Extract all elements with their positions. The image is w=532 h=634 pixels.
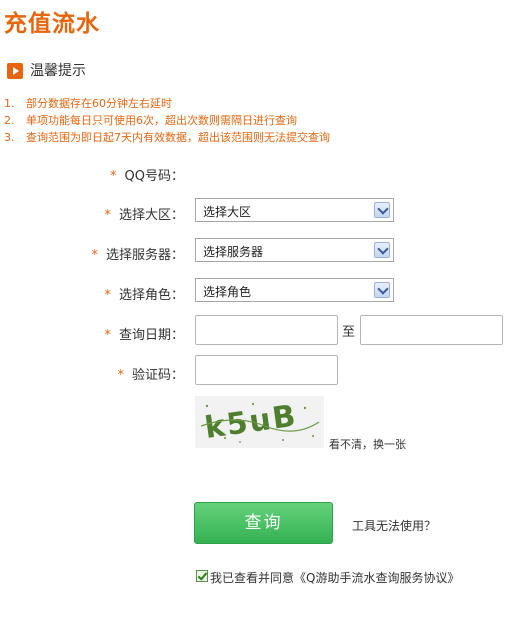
role-select[interactable]: 选择角色 [195,278,394,302]
date-to-input[interactable] [360,315,503,345]
captcha-label: 验证码： [131,368,184,383]
agree-text[interactable]: 我已查看并同意《Q游助手流水查询服务协议》 [210,569,459,586]
required-mark: * [110,169,117,184]
required-mark: * [104,288,111,303]
qq-label-wrap: * QQ号码： [110,165,184,184]
tip-text: 查询范围为即日起7天内有效数据，超出该范围则无法提交查询 [26,131,330,144]
role-selected: 选择角色 [203,285,252,299]
query-button[interactable]: 查询 [194,502,333,544]
chevron-down-icon[interactable] [374,282,390,298]
captcha-image[interactable]: k5uB [195,396,324,448]
server-label-wrap: * 选择服务器： [91,244,184,263]
role-label: 选择角色： [118,288,184,303]
chevron-down-icon[interactable] [374,202,390,218]
tip-number: 3. [4,131,15,144]
agree-checkbox[interactable] [196,570,208,582]
role-label-wrap: * 选择角色： [104,284,184,303]
tips-heading: 温馨提示 [30,63,86,79]
server-row: * 选择服务器： [0,238,184,268]
server-label: 选择服务器： [105,248,184,263]
date-row: * 查询日期： [0,318,184,348]
region-label-wrap: * 选择大区： [104,204,184,223]
required-mark: * [104,208,111,223]
qq-row: * QQ号码： [0,159,184,189]
tip-text: 单项功能每日只可使用6次，超出次数则需隔日进行查询 [26,114,297,127]
tip-number: 1. [4,97,15,110]
tip-number: 2. [4,114,15,127]
region-select[interactable]: 选择大区 [195,198,394,222]
help-link[interactable]: 工具无法使用？ [352,517,436,534]
region-row: * 选择大区： [0,198,184,228]
role-row: * 选择角色： [0,278,184,308]
page-title: 充值流水 [4,11,100,37]
tip-item: 2. 单项功能每日只可使用6次，超出次数则需隔日进行查询 [4,112,297,128]
tip-item: 1. 部分数据存在60分钟左右延时 [4,95,172,111]
captcha-graphic: k5uB [195,396,324,448]
refresh-captcha-link[interactable]: 看不清，换一张 [329,436,406,452]
play-arrow-icon [7,63,23,79]
date-from-input[interactable] [195,315,338,345]
server-selected: 选择服务器 [203,245,264,259]
region-selected: 选择大区 [203,205,252,219]
server-select[interactable]: 选择服务器 [195,238,394,262]
captcha-input[interactable] [195,355,338,385]
tip-text: 部分数据存在60分钟左右延时 [26,97,172,110]
required-mark: * [117,368,124,383]
captcha-row: * 验证码： [0,358,184,388]
required-mark: * [91,248,98,263]
chevron-down-icon[interactable] [374,242,390,258]
region-label: 选择大区： [118,208,184,223]
date-label-wrap: * 查询日期： [104,324,184,343]
tip-item: 3. 查询范围为即日起7天内有效数据，超出该范围则无法提交查询 [4,129,330,145]
date-separator: 至 [342,325,356,340]
date-label: 查询日期： [118,328,184,343]
captcha-label-wrap: * 验证码： [117,364,184,383]
required-mark: * [104,328,111,343]
qq-label: QQ号码： [124,169,184,184]
